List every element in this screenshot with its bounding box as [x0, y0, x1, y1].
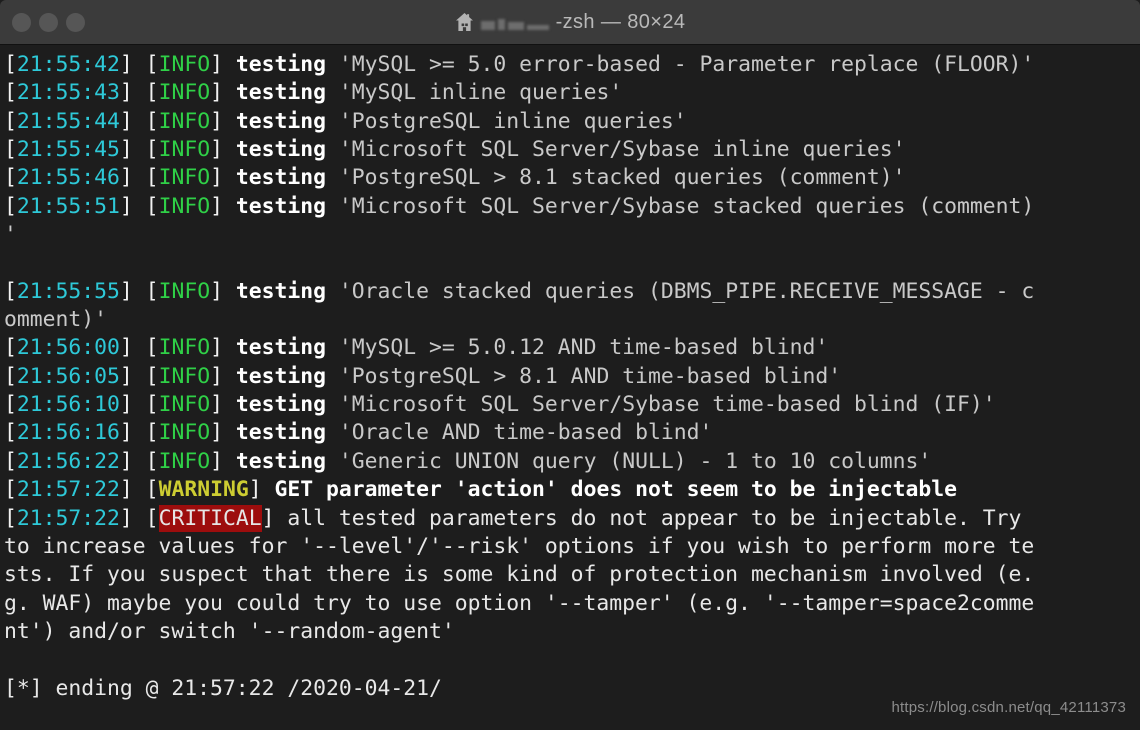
home-icon	[455, 12, 474, 32]
timestamp: 21:55:51	[16, 193, 120, 219]
timestamp: 21:55:45	[16, 137, 120, 163]
log-body: 'PostgreSQL > 8.1 AND time-based blind'	[326, 363, 842, 389]
log-line: [21:56:16] [INFO] testing 'Oracle AND ti…	[4, 420, 713, 446]
log-line: [21:55:46] [INFO] testing 'PostgreSQL > …	[4, 165, 906, 191]
log-line: [21:55:44] [INFO] testing 'PostgreSQL in…	[4, 108, 687, 134]
title-label: -zsh — 80×24	[555, 10, 686, 33]
log-keyword: testing	[235, 363, 326, 389]
log-keyword: testing	[235, 335, 326, 361]
log-line: [21:56:10] [INFO] testing 'Microsoft SQL…	[4, 392, 996, 418]
log-body: 'Generic UNION query (NULL) - 1 to 10 co…	[326, 448, 932, 474]
critical-line-wrap: g. WAF) maybe you could try to use optio…	[4, 590, 1035, 616]
log-line: [21:55:55] [INFO] testing 'Oracle stacke…	[4, 278, 1035, 304]
log-level: INFO	[158, 193, 211, 219]
terminal-window: -zsh — 80×24 [21:55:42] [INFO] testing '…	[0, 0, 1140, 730]
log-line: [21:55:45] [INFO] testing 'Microsoft SQL…	[4, 137, 906, 163]
log-keyword: testing	[235, 108, 326, 134]
traffic-lights	[0, 12, 85, 32]
log-level: INFO	[158, 335, 211, 361]
terminal-screen[interactable]: [21:55:42] [INFO] testing 'MySQL >= 5.0 …	[0, 45, 1140, 730]
log-body: 'Microsoft SQL Server/Sybase time-based …	[326, 392, 996, 418]
timestamp: 21:56:22	[16, 448, 120, 474]
log-line: [21:55:51] [INFO] testing 'Microsoft SQL…	[4, 193, 1035, 219]
log-level: INFO	[158, 80, 211, 106]
warning-line: [21:57:22] [WARNING] GET parameter 'acti…	[4, 477, 958, 503]
log-keyword: testing	[235, 165, 326, 191]
log-level: INFO	[158, 278, 211, 304]
log-level: INFO	[158, 448, 211, 474]
critical-line: [21:57:22] [CRITICAL] all tested paramet…	[4, 504, 1022, 532]
log-line-wrap: '	[4, 222, 17, 248]
log-keyword: testing	[235, 278, 326, 304]
timestamp: 21:56:16	[16, 420, 120, 446]
log-line: [21:56:05] [INFO] testing 'PostgreSQL > …	[4, 363, 842, 389]
log-level: INFO	[158, 165, 211, 191]
log-level: INFO	[158, 392, 211, 418]
timestamp: 21:55:42	[16, 52, 120, 77]
log-level: INFO	[158, 363, 211, 389]
timestamp: 21:55:46	[16, 165, 120, 191]
log-line-wrap: omment)'	[4, 307, 108, 333]
timestamp: 21:55:55	[16, 278, 120, 304]
log-body: 'PostgreSQL > 8.1 stacked queries (comme…	[326, 165, 906, 191]
timestamp: 21:56:05	[16, 363, 120, 389]
log-keyword: testing	[235, 193, 326, 219]
log-keyword: testing	[235, 80, 326, 106]
log-body: 'MySQL inline queries'	[326, 80, 623, 106]
log-keyword: testing	[235, 420, 326, 446]
log-line: [21:56:22] [INFO] testing 'Generic UNION…	[4, 448, 932, 474]
warning-badge: WARNING	[158, 477, 249, 503]
log-keyword: testing	[235, 137, 326, 163]
critical-line-wrap: to increase values for '--level'/'--risk…	[4, 533, 1035, 559]
log-body: 'Microsoft SQL Server/Sybase inline quer…	[326, 137, 906, 163]
critical-line-wrap: sts. If you suspect that there is some k…	[4, 562, 1035, 588]
log-level: INFO	[158, 52, 211, 77]
zoom-button[interactable]	[66, 12, 85, 32]
log-body: 'Oracle stacked queries (DBMS_PIPE.RECEI…	[326, 278, 1035, 304]
log-body: 'Microsoft SQL Server/Sybase stacked que…	[326, 193, 1035, 219]
minimize-button[interactable]	[39, 12, 58, 32]
critical-message: all tested parameters do not appear to b…	[274, 505, 1022, 531]
log-line: [21:56:00] [INFO] testing 'MySQL >= 5.0.…	[4, 335, 829, 361]
critical-badge: CRITICAL	[158, 504, 262, 532]
log-keyword: testing	[235, 448, 326, 474]
log-body: 'Oracle AND time-based blind'	[326, 420, 713, 446]
warning-message: GET parameter 'action' does not seem to …	[261, 477, 958, 503]
log-body: 'MySQL >= 5.0 error-based - Parameter re…	[326, 52, 1035, 77]
timestamp: 21:56:00	[16, 335, 120, 361]
title-bar[interactable]: -zsh — 80×24	[0, 0, 1140, 45]
timestamp: 21:55:43	[16, 80, 120, 106]
timestamp: 21:55:44	[16, 108, 120, 134]
timestamp: 21:57:22	[16, 477, 120, 503]
timestamp: 21:56:10	[16, 392, 120, 418]
log-level: INFO	[158, 420, 211, 446]
redacted-hostname	[480, 14, 549, 30]
window-title: -zsh — 80×24	[0, 11, 1140, 34]
log-body: 'PostgreSQL inline queries'	[326, 108, 687, 134]
log-line: [21:55:42] [INFO] testing 'MySQL >= 5.0 …	[4, 52, 1035, 77]
critical-line-wrap: nt') and/or switch '--random-agent'	[4, 618, 455, 644]
log-level: INFO	[158, 137, 211, 163]
log-keyword: testing	[235, 392, 326, 418]
log-body: 'MySQL >= 5.0.12 AND time-based blind'	[326, 335, 829, 361]
timestamp: 21:57:22	[16, 505, 120, 531]
log-line: [21:55:43] [INFO] testing 'MySQL inline …	[4, 80, 623, 106]
close-button[interactable]	[12, 12, 31, 32]
log-level: INFO	[158, 108, 211, 134]
log-keyword: testing	[235, 52, 326, 77]
watermark: https://blog.csdn.net/qq_42111373	[891, 698, 1126, 716]
